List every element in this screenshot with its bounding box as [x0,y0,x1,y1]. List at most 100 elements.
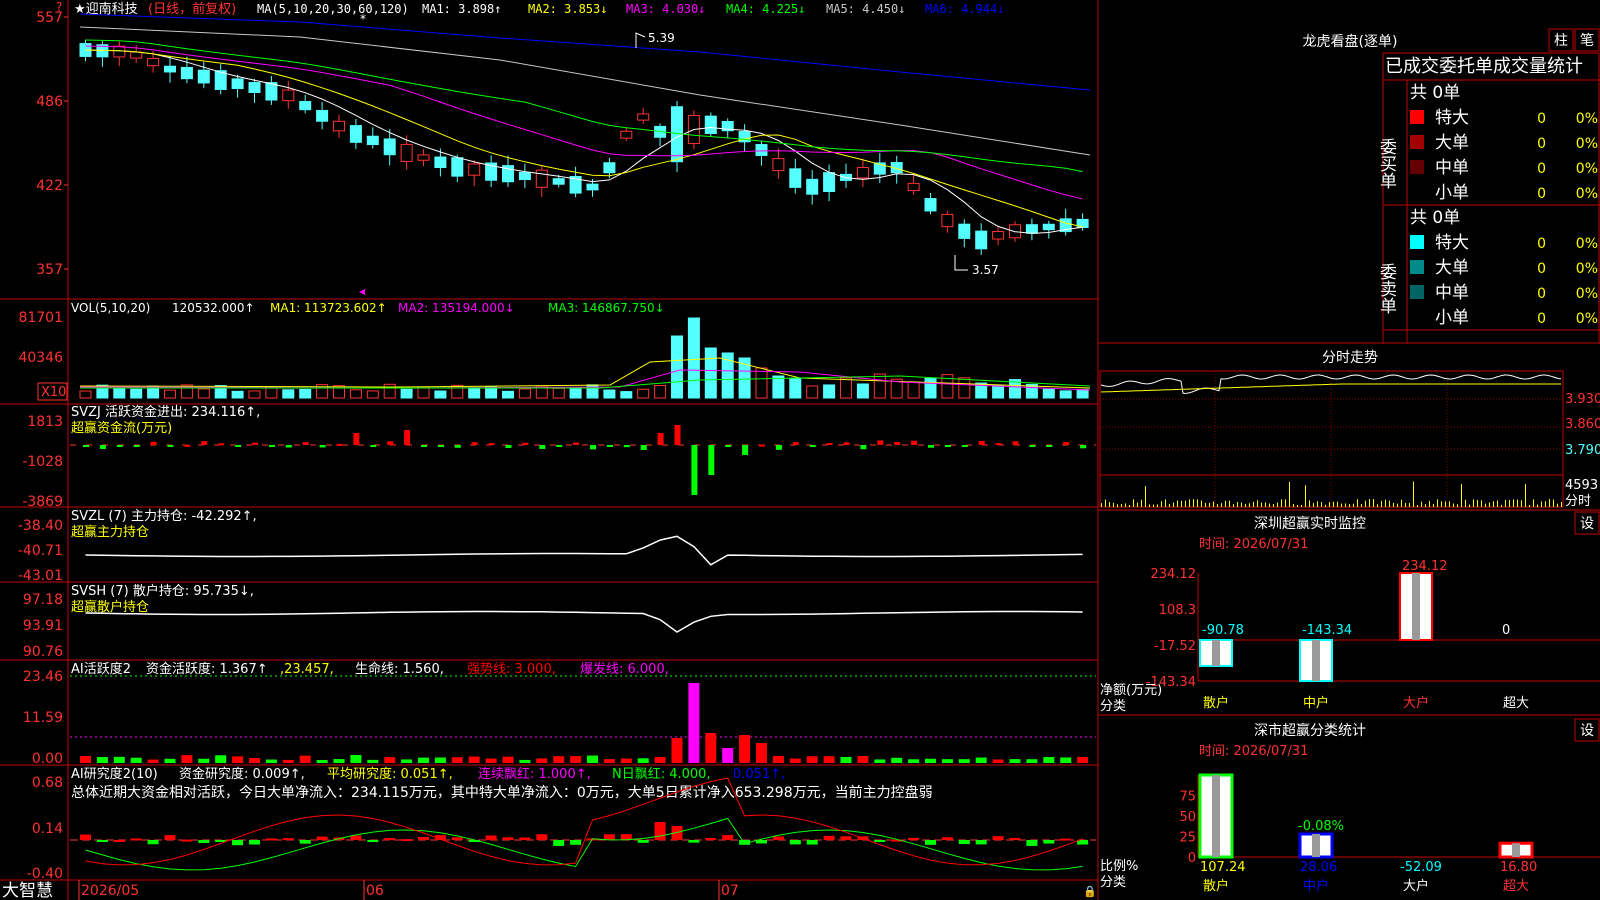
candle [637,113,650,121]
intraday-volume-bar [1513,499,1514,507]
volume-bar [806,385,819,399]
volume-bar [349,389,362,399]
order-percent: 0% [1576,286,1598,302]
intraday-volume-bar [1393,502,1394,507]
volume-bar [552,387,565,399]
fund-flow-bar [674,425,681,445]
classify-category-label: 中户 [1303,878,1329,894]
research-bar [654,822,666,840]
fund-flow-bar [826,442,833,445]
fund-flow-bar [556,445,563,447]
intraday-volume-bar [1253,501,1254,507]
intraday-volume-bar [1109,501,1110,507]
candle [907,182,920,192]
y-tick: 557 [36,10,63,26]
intraday-volume-bar [1557,503,1558,507]
fund-flow-bar [268,445,275,447]
intraday-volume-bar [1213,501,1214,507]
research-bar [451,837,463,840]
intraday-volume-bar [1129,504,1130,507]
fund-flow-bar [1046,445,1053,447]
bar-mode-label[interactable]: 柱 [1554,33,1568,49]
fund-flow-bar [167,445,174,447]
candle [180,66,193,80]
pen-mode-label[interactable]: 笔 [1580,33,1594,49]
intraday-volume-bar [1349,504,1350,507]
research-bar [925,840,936,845]
brand-logo[interactable]: 大智慧 [2,881,53,900]
research-bar [772,836,784,840]
volume-bar [231,390,244,399]
intraday-volume-bar [1357,499,1358,507]
intraday-volume-bar [1157,504,1158,507]
volume-bar [417,387,430,399]
activity-bar [164,758,176,763]
ma5-value: MA5: 4.450↓ [826,2,905,16]
volume-bar [434,390,447,399]
fund-flow-bar [759,444,765,447]
volume-bar [1042,388,1055,399]
volume-bar [924,377,937,399]
volume-bar [637,388,650,399]
vol-multiplier[interactable]: X10 [41,385,66,400]
activity-bar [282,759,294,763]
volume-bar [772,375,785,399]
intraday-volume-bar [1381,500,1382,507]
activity-bar [468,756,480,763]
monitor-y-tick: 234.12 [1151,567,1197,582]
order-count: 0 [1537,161,1546,177]
monitor-settings-label[interactable]: 设 [1580,516,1594,532]
ai2-lifeline: 生命线: 1.560, [355,661,444,677]
intraday-volume-bar [1329,502,1330,507]
fund-flow-bar [488,443,495,446]
activity-bar [418,757,429,763]
order-percent: 0% [1576,161,1598,177]
fund-flow-bar [894,442,901,445]
ma1-value: MA1: 3.898↑ [422,2,501,16]
intraday-volume-bar [1325,504,1326,507]
volume-bar [789,377,802,399]
intraday-volume-bar [1453,503,1454,507]
y-tick: 357 [36,262,63,278]
research-bar [688,840,700,843]
candle [248,82,261,93]
research-bar [485,835,497,840]
lock-icon[interactable]: 🔒 [1083,885,1097,898]
activity-bar [1077,756,1089,763]
classify-bar-shade [1512,843,1520,857]
research-bar [553,840,565,846]
order-count: 0 [1537,236,1546,252]
classify-settings-label[interactable]: 设 [1580,723,1594,739]
activity-bar [603,759,615,763]
order-size-label: 小单 [1435,308,1469,328]
fund-flow-bar [218,443,225,446]
activity-bar [840,757,852,763]
activity-bar [756,743,767,763]
candle [958,223,971,239]
volume-bar [603,389,616,399]
monitor-category-label: 超大 [1503,696,1529,711]
monitor-category-label: 大户 [1403,695,1429,711]
intraday-volume-bar [1457,504,1458,507]
activity-bar [739,735,751,763]
candle [299,101,312,111]
y-tick: -43.01 [18,568,63,584]
activity-bar [975,757,987,763]
intraday-volume-bar [1301,504,1302,507]
activity-bar [789,758,801,763]
volume-bar [671,335,683,399]
vol-value: 120532.000↑ [172,301,255,315]
intraday-volume-bar [1529,504,1530,507]
classify-y-tick: 75 [1179,790,1196,805]
volume-bar [823,384,836,399]
fund-flow-bar [1012,441,1019,445]
period-label[interactable]: (日线，前复权) [148,1,236,17]
candle [586,183,599,191]
activity-bar [1009,759,1021,763]
research-bar [975,840,987,845]
activity-bar [147,759,159,763]
candle [992,231,1005,240]
activity-bar [671,738,683,763]
research-bar [840,836,852,840]
low-price-marker: 3.57 [972,263,999,277]
